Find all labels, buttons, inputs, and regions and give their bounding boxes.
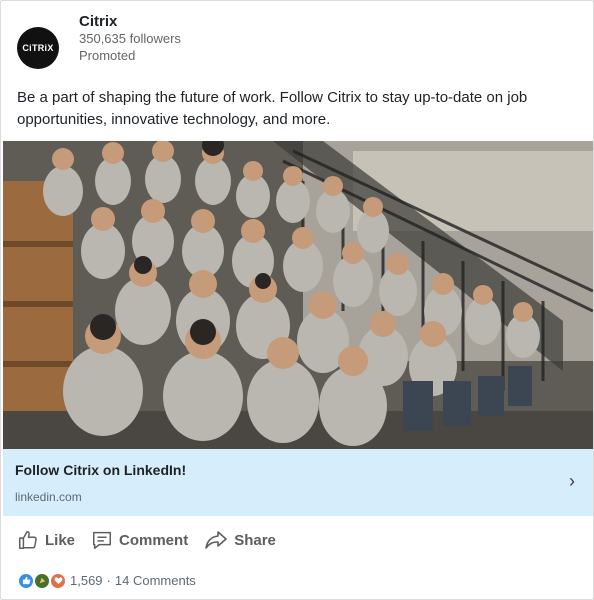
link-preview[interactable]: Follow Citrix on LinkedIn! linkedin.com … [3, 449, 593, 516]
share-arrow-icon [205, 531, 227, 549]
comment-label: Comment [119, 531, 189, 549]
comment-icon [93, 531, 111, 549]
sponsored-post-card: CiTRiX Citrix 350,635 followers Promoted… [0, 0, 594, 600]
post-header: CiTRiX Citrix 350,635 followers Promoted [17, 13, 181, 73]
like-button[interactable]: Like [17, 529, 75, 551]
post-text: Be a part of shaping the future of work.… [17, 89, 528, 128]
comment-count[interactable]: 14 Comments [115, 573, 196, 588]
promoted-label: Promoted [79, 48, 136, 63]
separator-dot: · [106, 573, 111, 588]
like-label: Like [45, 531, 76, 549]
follower-count: 350,635 followers [79, 31, 181, 46]
comment-button[interactable]: Comment [91, 529, 188, 551]
share-button[interactable]: Share [204, 529, 276, 551]
chevron-right-icon[interactable]: › [569, 471, 575, 492]
action-bar: Like Comment Share [17, 525, 292, 555]
company-meta: Citrix 350,635 followers Promoted [79, 13, 181, 73]
link-url: linkedin.com [15, 490, 82, 504]
company-logo[interactable]: CiTRiX [17, 27, 59, 69]
share-label: Share [234, 531, 276, 549]
celebrate-reaction-icon [35, 573, 49, 588]
thumbs-up-icon [19, 531, 37, 549]
team-photo[interactable] [3, 141, 593, 449]
team-photo-illustration [3, 141, 593, 449]
love-reaction-icon [51, 573, 65, 588]
company-name[interactable]: Citrix [79, 13, 181, 30]
link-title[interactable]: Follow Citrix on LinkedIn! [15, 462, 186, 478]
reaction-count[interactable]: 1,569 [70, 573, 103, 588]
social-counts[interactable]: 1,569 · 14 Comments [19, 573, 196, 588]
like-reaction-icon [19, 573, 33, 588]
